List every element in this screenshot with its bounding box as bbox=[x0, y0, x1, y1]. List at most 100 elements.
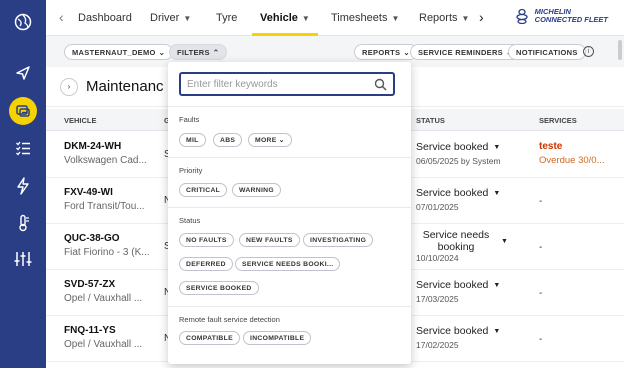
sliders-icon[interactable] bbox=[0, 245, 46, 273]
chip-label: SERVICE BOOKED bbox=[186, 284, 252, 292]
column-header-status[interactable]: STATUS bbox=[416, 116, 445, 125]
chevron-down-icon: ▼ bbox=[493, 281, 501, 289]
maintenance-vehicle-icon[interactable] bbox=[0, 97, 46, 125]
service-reminders-label: SERVICE REMINDERS bbox=[418, 47, 503, 57]
chevron-down-icon: ▼ bbox=[391, 13, 400, 23]
account-selector[interactable]: MASTERNAUT_DEMO ⌄ bbox=[64, 44, 174, 60]
tab-tyre[interactable]: Tyre bbox=[216, 0, 237, 36]
section-label: Faults bbox=[179, 115, 200, 124]
globe-icon[interactable] bbox=[0, 8, 46, 36]
chip-label: WARNING bbox=[239, 186, 274, 194]
brand-line-2: CONNECTED FLEET bbox=[534, 15, 608, 24]
status-label: Service booked bbox=[416, 279, 489, 291]
vehicle-registration[interactable]: FXV-49-WI bbox=[64, 187, 145, 198]
filter-chip-critical[interactable]: CRITICAL bbox=[179, 183, 228, 197]
filter-chip-new-faults[interactable]: NEW FAULTS bbox=[239, 233, 300, 247]
status-label: Service booked bbox=[416, 325, 489, 337]
vehicle-registration[interactable]: QUC-38-GO bbox=[64, 233, 150, 244]
filter-chip-more[interactable]: MORE ⌄ bbox=[248, 133, 292, 147]
filters-button[interactable]: FILTERS ⌃ bbox=[169, 44, 228, 60]
filter-chip-warning[interactable]: WARNING bbox=[232, 183, 281, 197]
navigation-arrow-icon[interactable] bbox=[0, 59, 46, 87]
chip-label: DEFERRED bbox=[186, 260, 226, 268]
chevron-down-icon: ▼ bbox=[183, 13, 192, 23]
info-icon[interactable]: i bbox=[583, 46, 594, 57]
expand-button[interactable]: › bbox=[60, 78, 78, 96]
chevron-down-icon: ▼ bbox=[301, 13, 310, 23]
filter-chip-investigating[interactable]: INVESTIGATING bbox=[303, 233, 374, 247]
tab-label: Timesheets bbox=[331, 12, 388, 24]
vehicle-model: Opel / Vauxhall ... bbox=[64, 293, 143, 304]
tab-reports[interactable]: Reports ▼ bbox=[419, 0, 469, 36]
chevron-down-icon: ⌄ bbox=[403, 47, 410, 57]
chip-label: ABS bbox=[220, 136, 236, 144]
section-label: Status bbox=[179, 216, 201, 225]
chevron-down-icon: ▼ bbox=[501, 237, 508, 245]
filter-chip-mil[interactable]: MIL bbox=[179, 133, 206, 147]
chip-label: INCOMPATIBLE bbox=[250, 334, 305, 342]
nav-next-arrow[interactable]: › bbox=[479, 9, 484, 25]
chip-label: CRITICAL bbox=[186, 186, 221, 194]
status-section: Status NO FAULTS NEW FAULTS INVESTIGATIN… bbox=[168, 207, 411, 306]
chip-label: SERVICE NEEDS BOOKI... bbox=[242, 260, 334, 268]
chevron-down-icon: ⌄ bbox=[158, 47, 166, 57]
filter-chip-service-needs-booking[interactable]: SERVICE NEEDS BOOKI... bbox=[235, 257, 341, 271]
status-label: Service needs booking bbox=[422, 229, 490, 253]
status-selector[interactable]: Service booked ▼ bbox=[416, 279, 500, 291]
chevron-down-icon: ▼ bbox=[461, 13, 470, 23]
vehicle-registration[interactable]: FNQ-11-YS bbox=[64, 325, 142, 336]
status-date: 17/02/2025 bbox=[416, 340, 459, 350]
column-header-vehicle[interactable]: VEHICLE bbox=[64, 116, 97, 125]
notifications-button[interactable]: NOTIFICATIONS bbox=[508, 44, 586, 60]
tab-label: Driver bbox=[150, 12, 180, 24]
chip-label: MORE bbox=[255, 136, 277, 144]
filter-chip-abs[interactable]: ABS bbox=[213, 133, 243, 147]
status-date: 07/01/2025 bbox=[416, 202, 459, 212]
tab-driver[interactable]: Driver ▼ bbox=[150, 0, 191, 36]
tab-dashboard[interactable]: Dashboard bbox=[78, 0, 132, 36]
service-cell: - bbox=[539, 334, 543, 345]
top-navigation: ‹ Dashboard Driver ▼ Tyre Vehicle ▼ Timesh… bbox=[46, 0, 624, 36]
chevron-down-icon: ▼ bbox=[493, 189, 501, 197]
filter-chip-deferred[interactable]: DEFERRED bbox=[179, 257, 233, 271]
checklist-icon[interactable] bbox=[0, 134, 46, 162]
service-alert[interactable]: teste bbox=[539, 141, 604, 152]
section-label: Priority bbox=[179, 166, 203, 175]
service-cell: - bbox=[539, 196, 543, 207]
scrollbar[interactable] bbox=[618, 40, 622, 60]
tab-label: Vehicle bbox=[260, 12, 298, 24]
lightning-icon[interactable] bbox=[0, 172, 46, 200]
vehicle-registration[interactable]: SVD-57-ZX bbox=[64, 279, 142, 290]
column-header-services[interactable]: SERVICES bbox=[539, 116, 577, 125]
status-selector[interactable]: Service needs booking ▼ bbox=[416, 229, 508, 253]
filter-chip-incompatible[interactable]: INCOMPATIBLE bbox=[243, 331, 312, 345]
reports-label: REPORTS bbox=[362, 47, 401, 57]
filter-chip-no-faults[interactable]: NO FAULTS bbox=[179, 233, 234, 247]
status-selector[interactable]: Service booked ▼ bbox=[416, 325, 500, 337]
service-reminders-button[interactable]: SERVICE REMINDERS⌄ bbox=[410, 44, 521, 60]
status-selector[interactable]: Service booked ▼ bbox=[416, 141, 501, 153]
vehicle-registration[interactable]: DKM-24-WH bbox=[64, 141, 147, 152]
vehicle-model: Ford Transit/Tou... bbox=[64, 201, 145, 212]
status-label: Service booked bbox=[416, 141, 489, 153]
filters-dropdown: Faults MIL ABS MORE⌄ Priority CRITICAL W… bbox=[168, 62, 411, 364]
page-title: Maintenanc bbox=[86, 78, 164, 95]
filter-search-input[interactable] bbox=[187, 77, 367, 92]
search-icon[interactable] bbox=[374, 78, 387, 91]
filter-chip-compatible[interactable]: COMPATIBLE bbox=[179, 331, 240, 345]
section-label: Remote fault service detection bbox=[179, 315, 280, 324]
chip-label: COMPATIBLE bbox=[186, 334, 233, 342]
vehicle-model: Volkswagen Cad... bbox=[64, 155, 147, 166]
status-selector[interactable]: Service booked ▼ bbox=[416, 187, 500, 199]
tab-timesheets[interactable]: Timesheets ▼ bbox=[331, 0, 399, 36]
reports-button[interactable]: REPORTS ⌄ bbox=[354, 44, 418, 60]
service-cell: - bbox=[539, 288, 543, 299]
filter-search-box bbox=[179, 72, 395, 96]
tab-vehicle[interactable]: Vehicle ▼ bbox=[252, 0, 318, 36]
filter-chip-service-booked[interactable]: SERVICE BOOKED bbox=[179, 281, 259, 295]
temperature-icon[interactable] bbox=[0, 209, 46, 237]
account-label: MASTERNAUT_DEMO bbox=[72, 47, 156, 57]
filters-label: FILTERS bbox=[177, 47, 210, 57]
chip-label: INVESTIGATING bbox=[310, 236, 367, 244]
nav-prev-arrow[interactable]: ‹ bbox=[59, 9, 64, 25]
